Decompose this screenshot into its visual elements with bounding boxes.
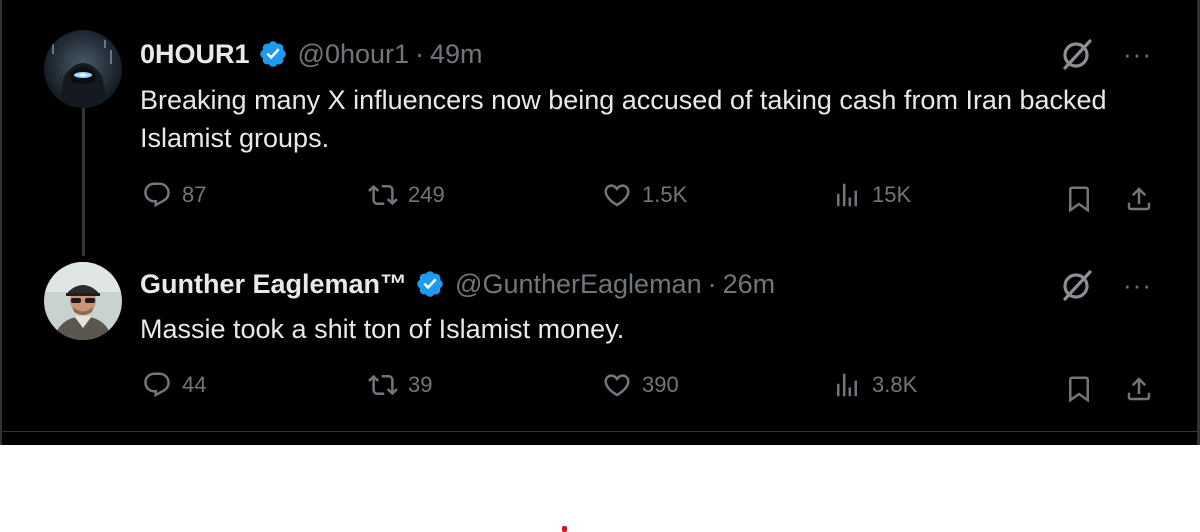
views-button[interactable]: 3.8K	[832, 370, 917, 400]
tweet-header: Gunther Eagleman™ @GuntherEagleman · 26m	[140, 266, 775, 302]
verified-badge-icon[interactable]	[415, 269, 445, 299]
views-icon	[837, 183, 857, 207]
like-count: 1.5K	[642, 182, 688, 207]
bookmark-icon	[1069, 376, 1089, 403]
tweet-header: 0HOUR1 @0hour1 · 49m	[140, 36, 483, 72]
bookmark-button[interactable]	[1064, 184, 1094, 219]
share-icon	[1127, 187, 1151, 211]
tweet-text: Massie took a shit ton of Islamist money…	[140, 314, 625, 344]
display-name[interactable]: Gunther Eagleman™	[140, 269, 407, 300]
tweet-top-actions: ···	[1057, 265, 1152, 305]
more-options-icon[interactable]: ···	[1123, 272, 1152, 298]
like-icon	[604, 374, 630, 397]
separator-dot: ·	[707, 268, 717, 299]
verified-badge-icon[interactable]	[258, 39, 288, 69]
handle[interactable]: @0hour1	[298, 39, 409, 70]
tweet-text: Breaking many X influencers now being ac…	[140, 85, 1107, 153]
handle[interactable]: @GuntherEagleman	[455, 269, 702, 300]
grok-icon[interactable]	[1057, 34, 1097, 74]
more-options-icon[interactable]: ···	[1123, 41, 1152, 67]
tweet-actions: 87 249 1.5K 15K	[140, 180, 1160, 220]
reply-icon	[144, 372, 170, 398]
views-button[interactable]: 15K	[832, 180, 911, 210]
reply-count: 44	[182, 372, 207, 397]
timestamp[interactable]: 49m	[430, 39, 483, 70]
like-button[interactable]: 1.5K	[602, 180, 687, 210]
repost-count: 39	[408, 372, 433, 397]
share-icon	[1127, 377, 1151, 401]
views-count: 15K	[872, 182, 912, 207]
views-icon	[837, 373, 857, 397]
like-count: 390	[642, 372, 679, 397]
bookmark-icon	[1069, 186, 1089, 213]
share-button[interactable]	[1124, 184, 1154, 219]
repost-button[interactable]: 39	[368, 370, 432, 400]
share-button[interactable]	[1124, 374, 1154, 409]
avatar[interactable]	[44, 262, 122, 340]
reply-button[interactable]: 44	[142, 370, 206, 400]
repost-icon	[368, 374, 398, 396]
like-icon	[604, 184, 630, 207]
panel-left-border	[0, 0, 2, 445]
panel-bottom-border	[0, 431, 1200, 432]
reply-count: 87	[182, 182, 207, 207]
repost-icon	[368, 184, 398, 206]
bookmark-button[interactable]	[1064, 374, 1094, 409]
reply-button[interactable]: 87	[142, 180, 206, 210]
grok-icon[interactable]	[1057, 265, 1097, 305]
views-count: 3.8K	[872, 372, 918, 397]
tweet-actions: 44 39 390 3.8K	[140, 370, 1160, 410]
thread-connector-line	[82, 108, 85, 256]
reply-icon	[144, 182, 170, 208]
avatar[interactable]	[44, 30, 122, 108]
display-name[interactable]: 0HOUR1	[140, 39, 250, 70]
separator-dot: ·	[415, 38, 425, 69]
repost-count: 249	[408, 182, 445, 207]
tweet-top-actions: ···	[1057, 34, 1152, 74]
timestamp[interactable]: 26m	[723, 269, 776, 300]
red-dot-mark	[562, 526, 567, 532]
repost-button[interactable]: 249	[368, 180, 445, 210]
like-button[interactable]: 390	[602, 370, 679, 400]
timeline-panel: 0HOUR1 @0hour1 · 49m ··· Breaking many X…	[0, 0, 1200, 445]
